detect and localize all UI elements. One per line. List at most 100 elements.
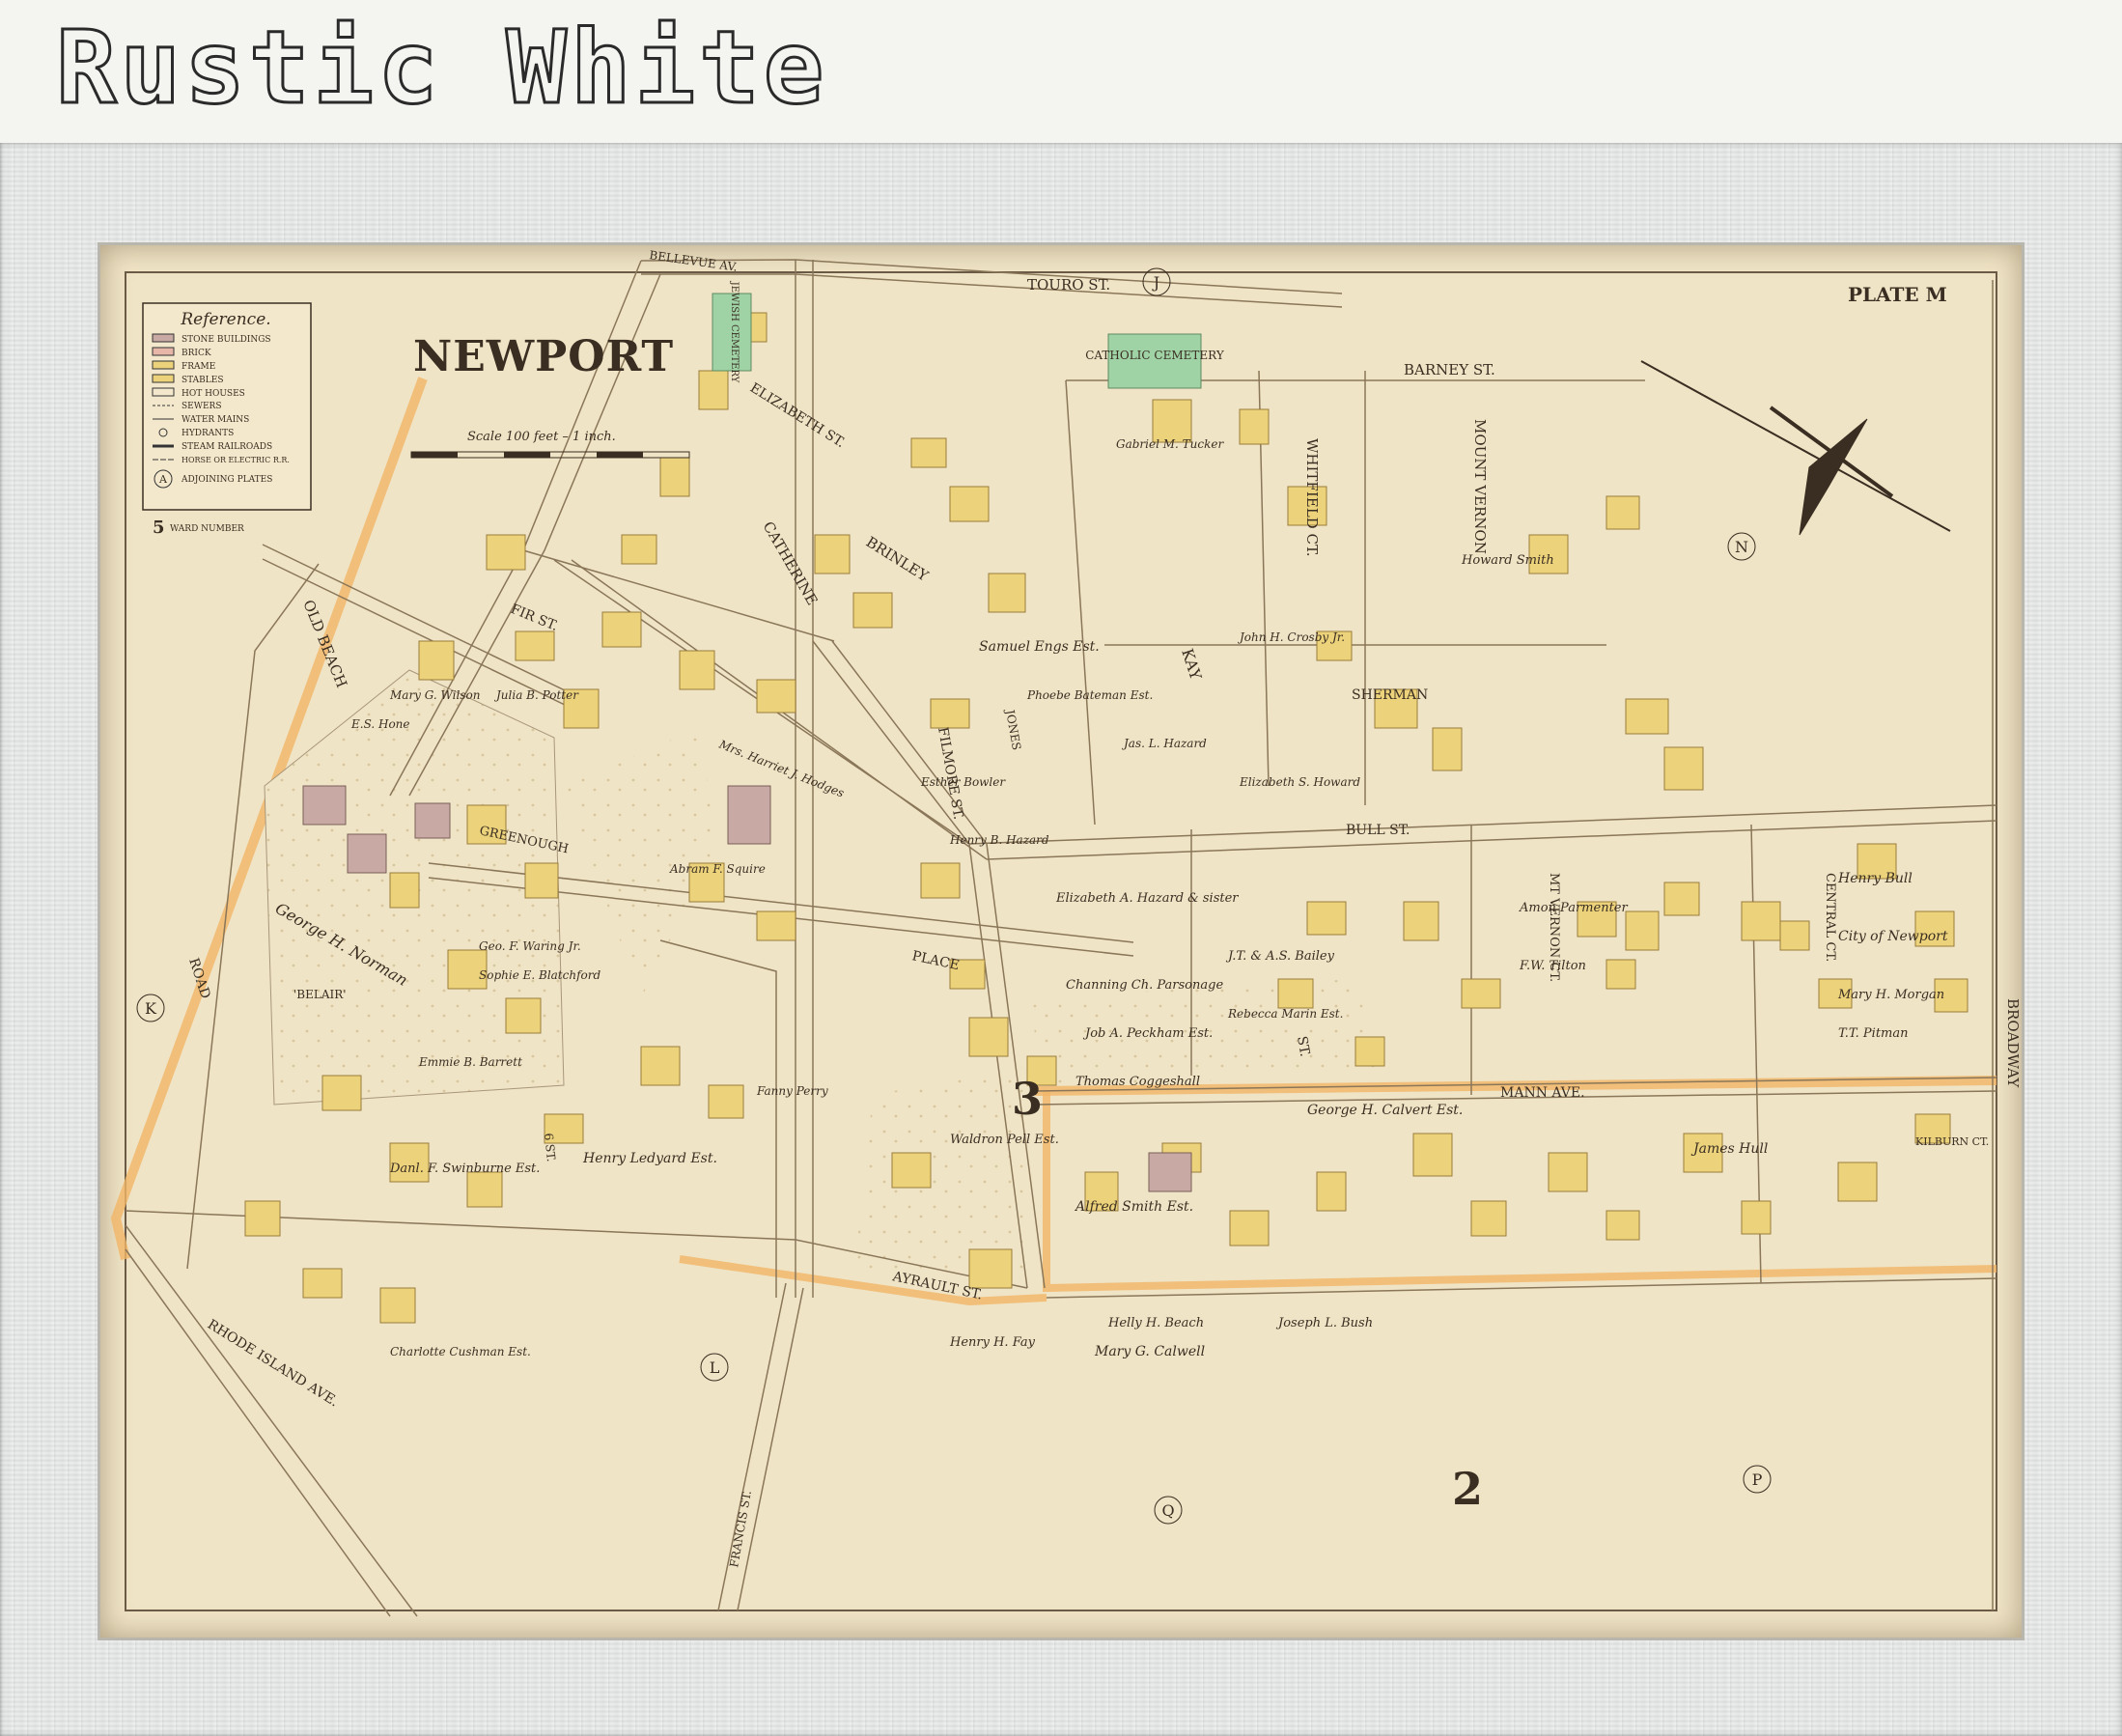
owner-label: Samuel Engs Est. [979,639,1100,655]
reference-item: WARD NUMBER [170,524,244,534]
street-label: KILBURN CT. [1915,1135,1989,1148]
street-label: ELIZABETH ST. [747,380,848,451]
owner-label: Emmie B. Barrett [418,1055,522,1069]
owner-label: Julia B. Potter [493,688,579,702]
owner-label: Helly H. Beach [1107,1316,1204,1330]
plate-letter-p: P [1752,1470,1763,1489]
owner-label: Elizabeth S. Howard [1239,775,1360,789]
street-label: BULL ST. [1346,823,1410,838]
reference-legend: Reference. STONE BUILDINGS BRICK FRAME S… [142,302,312,538]
street-label: JONES [1003,707,1023,751]
jewish-cemetery-label: JEWISH CEMETERY [729,281,740,383]
owner-label: Mary G. Wilson [389,688,480,702]
owner-label: Charlotte Cushman Est. [390,1345,531,1358]
street-label: MANN AVE. [1500,1085,1585,1101]
plate-label: PLATE M [1848,283,1947,306]
reference-item: WATER MAINS [181,415,249,425]
belair-label: 'BELAIR' [293,988,347,1001]
owner-label: Gabriel M. Tucker [1116,437,1224,451]
plate-letter-n: N [1735,538,1748,556]
plate-letter-k: K [145,999,157,1018]
street-label: OLD BEACH [299,598,350,690]
owner-label: Elizabeth A. Hazard & sister [1055,891,1239,906]
map-title: NEWPORT [413,332,674,381]
scale-bar [410,451,690,459]
banner-title: Rustic White [54,9,828,126]
street-label: SHERMAN [1352,687,1428,703]
owner-label: Amon Parmenter [1519,901,1628,915]
owner-label: City of Newport [1838,929,1948,944]
street-label: FIR ST. [509,602,561,634]
owner-label: James Hull [1690,1141,1768,1157]
owner-label: Thomas Coggeshall [1075,1075,1200,1089]
reference-item: ADJOINING PLATES [181,475,272,485]
reference-plate-symbol: A [158,473,168,486]
owner-label: Esther Bowler [920,775,1006,789]
owner-label: Jas. L. Hazard [1121,737,1207,750]
owner-label: Waldron Pell Est. [950,1133,1059,1147]
owner-label: Henry B. Hazard [949,833,1049,847]
banner: Rustic White [0,0,2122,143]
street-label: 6 ST. [542,1133,558,1162]
owner-label: Howard Smith [1461,553,1554,568]
street-label: RHODE ISLAND AVE. [205,1317,341,1411]
owner-label: Sophie E. Blatchford [479,968,600,982]
street-label: KAY [1178,646,1205,682]
reference-item: HYDRANTS [181,429,234,438]
plate-letter-j: J [1152,273,1159,292]
owner-label: Geo. F. Waring Jr. [479,939,581,953]
owner-label: Joseph L. Bush [1275,1316,1373,1330]
reference-item: FRAME [181,362,215,372]
owner-label: Danl. F. Swinburne Est. [389,1162,540,1176]
owner-label: Phoebe Bateman Est. [1026,688,1153,702]
ward-number-2: 2 [1452,1463,1483,1515]
owner-label: Fanny Perry [756,1084,828,1098]
owner-label: Mary G. Calwell [1094,1344,1205,1359]
owner-label: Henry Ledyard Est. [582,1151,717,1166]
owner-label: Abram F. Squire [669,862,766,876]
owner-label: Job A. Peckham Est. [1082,1026,1213,1041]
reference-item: HORSE OR ELECTRIC R.R. [181,456,290,464]
owner-label: E.S. Hone [350,717,410,731]
reference-item: STEAM RAILROADS [181,442,272,452]
street-label: BROADWAY [2004,998,2022,1088]
owner-label: Mary H. Morgan [1837,988,1944,1002]
street-label: FRANCIS ST. [727,1490,754,1569]
owner-label: Rebecca Marin Est. [1227,1007,1343,1021]
catholic-cemetery-label: CATHOLIC CEMETERY [1085,349,1225,362]
plate-letter-q: Q [1161,1501,1174,1520]
owner-label: Channing Ch. Parsonage [1066,978,1223,993]
street-label: BELLEVUE AV. [649,248,739,274]
owner-label: John H. Crosby Jr. [1237,630,1345,644]
reference-item: HOT HOUSES [181,389,245,399]
reference-item: STABLES [181,376,224,385]
owner-label: T.T. Pitman [1838,1026,1909,1041]
scale-label: Scale 100 feet – 1 inch. [467,430,616,444]
owner-label: J.T. & A.S. Bailey [1225,949,1335,964]
owner-label: George H. Calvert Est. [1307,1103,1463,1118]
compass-rose [1640,360,1951,536]
map-canvas: CATHOLIC CEMETERY JEWISH CEMETERY Refere… [110,248,2022,1617]
owner-label: F.W. Tilton [1519,959,1586,973]
map-sheet: CATHOLIC CEMETERY JEWISH CEMETERY Refere… [100,245,2022,1638]
street-label: CENTRAL CT. [1823,873,1837,962]
ward-number-3: 3 [1012,1073,1043,1125]
reference-item: STONE BUILDINGS [181,335,271,345]
street-label: BRINLEY [863,533,933,585]
owner-label: Alfred Smith Est. [1074,1199,1193,1215]
reference-ward-symbol: 5 [153,518,165,538]
reference-heading: Reference. [180,310,270,329]
street-label: FILMORE ST. [935,726,966,821]
street-label: WHITFIELD CT. [1303,438,1321,557]
plate-letter-l: L [710,1358,720,1377]
street-label: BARNEY ST. [1404,361,1495,378]
reference-item: BRICK [181,349,211,358]
reference-item: SEWERS [181,402,222,411]
owner-label: Henry H. Fay [949,1335,1036,1350]
street-label: CATHERINE [760,518,822,608]
street-label: TOURO ST. [1027,276,1110,294]
owner-label: Henry Bull [1837,871,1913,886]
street-label: MOUNT VERNON [1471,419,1489,554]
street-label: PLACE [910,948,961,973]
estate-grounds [853,1066,1027,1278]
